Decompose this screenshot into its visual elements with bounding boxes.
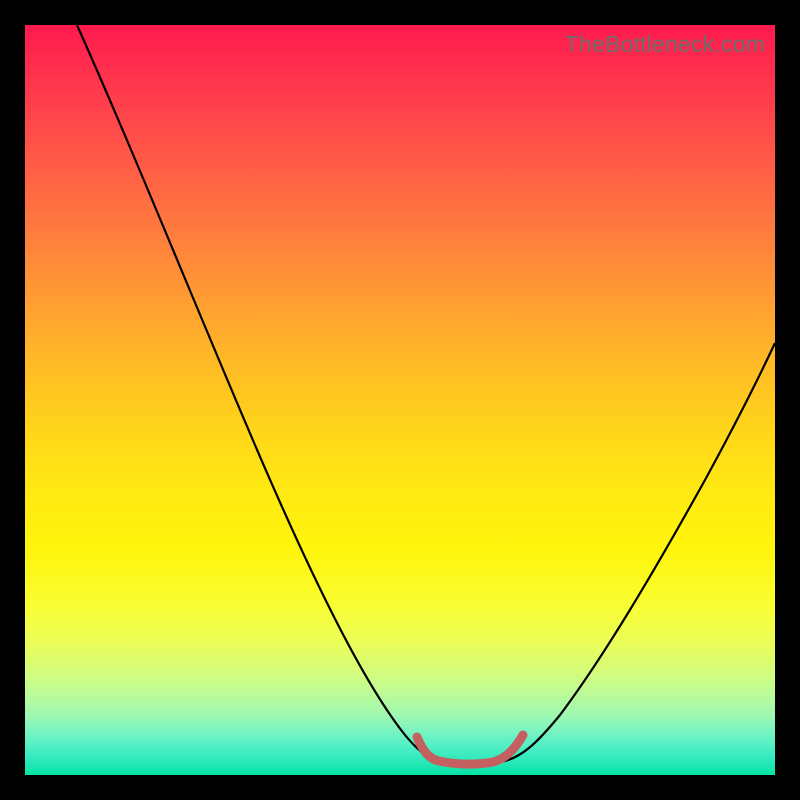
watermark-text: TheBottleneck.com [565, 31, 765, 58]
bottleneck-curve [77, 25, 775, 764]
plot-area: TheBottleneck.com [25, 25, 775, 775]
sweet-spot-marker [417, 735, 523, 764]
chart-stage: TheBottleneck.com [0, 0, 800, 800]
chart-svg [25, 25, 775, 775]
